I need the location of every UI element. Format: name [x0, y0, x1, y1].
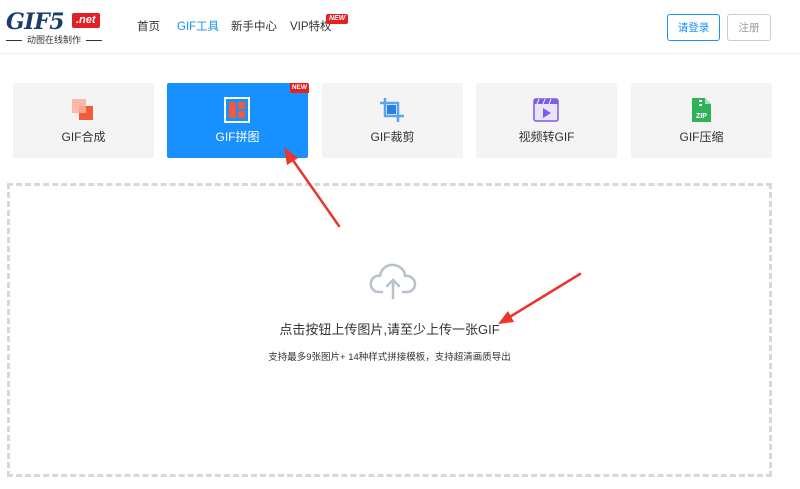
crop-icon	[379, 97, 405, 123]
upload-subtitle: 支持最多9张图片+ 14种样式拼接模板，支持超清画质导出	[268, 352, 511, 363]
nav-item-beginner-center[interactable]: 新手中心	[231, 20, 277, 34]
tool-gif-compose[interactable]: GIF合成	[13, 83, 154, 158]
login-button[interactable]: 请登录	[667, 14, 720, 41]
tool-gif-crop[interactable]: GIF裁剪	[322, 83, 463, 158]
tool-gif-collage[interactable]: NEW GIF拼图	[167, 83, 309, 158]
tool-label: GIF合成	[61, 130, 106, 144]
top-header: GIF5 .net 动图在线制作 首页 GIF工具 新手中心 VIP特权 NEW…	[0, 0, 800, 54]
tool-video-to-gif[interactable]: 视频转GIF	[476, 83, 617, 158]
gif-collage-icon	[224, 97, 250, 123]
site-logo[interactable]: GIF5 .net 动图在线制作	[6, 9, 104, 45]
tool-label: GIF压缩	[679, 130, 724, 144]
nav-item-gif-tools[interactable]: GIF工具	[177, 20, 219, 34]
tool-new-badge: NEW	[289, 83, 309, 93]
zip-icon: ZIP	[688, 97, 714, 123]
upload-dropzone[interactable]: 点击按钮上传图片,请至少上传一张GIF 支持最多9张图片+ 14种样式拼接模板，…	[7, 183, 772, 477]
svg-text:ZIP: ZIP	[696, 113, 707, 120]
cloud-upload-icon[interactable]	[368, 260, 418, 300]
tool-gif-compress[interactable]: ZIP GIF压缩	[631, 83, 772, 158]
logo-tagline: 动图在线制作	[6, 35, 102, 45]
vip-new-badge: NEW	[326, 14, 349, 24]
video-to-gif-icon	[533, 97, 559, 123]
tool-label: 视频转GIF	[518, 130, 575, 144]
gif-compose-icon	[70, 97, 96, 123]
tool-label: GIF裁剪	[370, 130, 415, 144]
logo-brand: GIF5	[6, 9, 65, 35]
nav-item-home[interactable]: 首页	[137, 20, 160, 34]
tool-label: GIF拼图	[215, 130, 260, 144]
register-button[interactable]: 注册	[727, 14, 771, 41]
logo-domain-badge: .net	[72, 13, 100, 28]
upload-title: 点击按钮上传图片,请至少上传一张GIF	[279, 322, 500, 337]
